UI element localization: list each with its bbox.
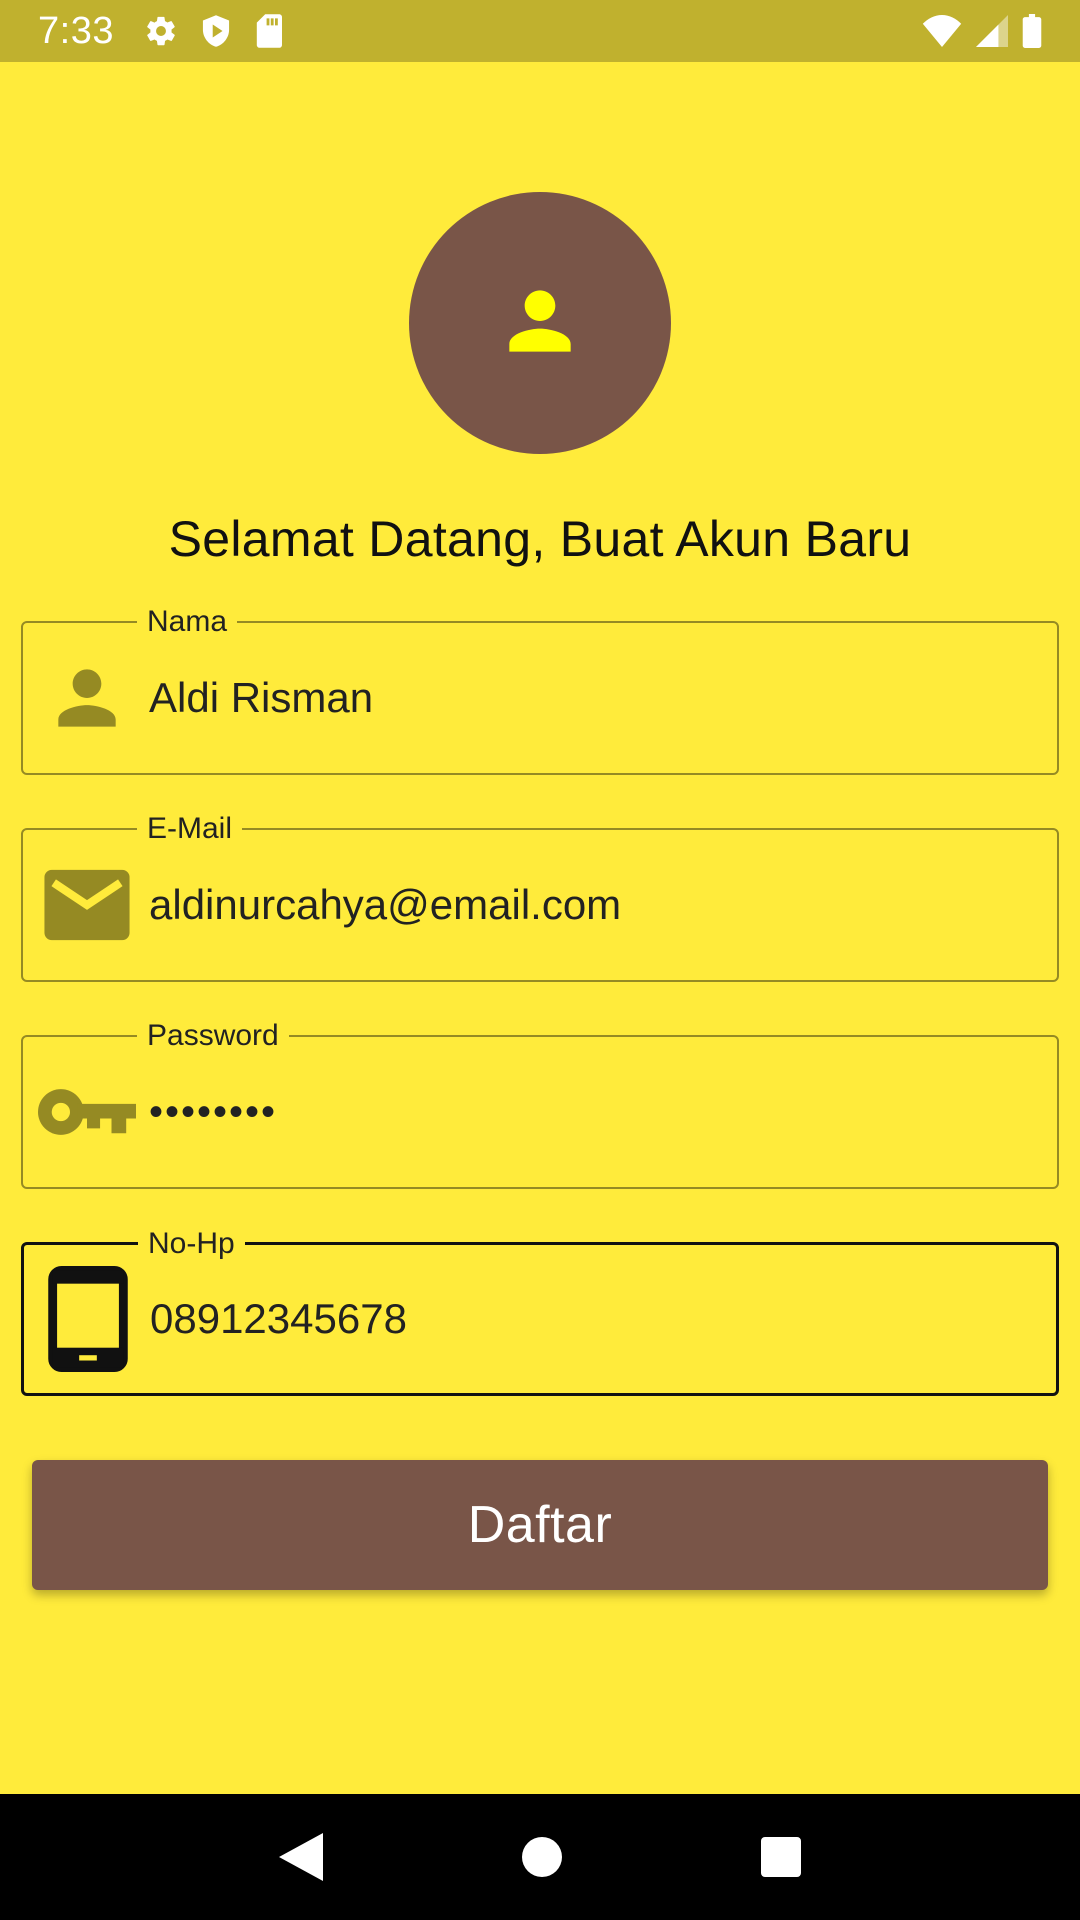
email-field[interactable]: E-Mail aldinurcahya@email.com [21,814,1059,982]
name-field[interactable]: Nama Aldi Risman [21,607,1059,775]
register-button[interactable]: Daftar [32,1460,1048,1590]
avatar [409,192,671,454]
page-title: Selamat Datang, Buat Akun Baru [168,511,912,567]
status-time: 7:33 [38,9,114,52]
status-bar: 7:33 [0,0,1080,62]
email-input[interactable]: aldinurcahya@email.com [149,830,621,980]
phone-input[interactable]: 08912345678 [150,1245,407,1393]
wifi-icon [922,15,962,47]
recents-icon[interactable] [760,1837,801,1877]
email-icon [37,830,137,980]
cellular-signal-icon [976,15,1008,47]
name-input[interactable]: Aldi Risman [149,623,373,773]
person-icon [494,275,586,372]
password-field[interactable]: Password •••••••• [21,1021,1059,1189]
sd-card-icon [254,14,282,48]
shield-play-icon [200,14,232,48]
back-icon[interactable] [279,1833,324,1881]
key-icon [37,1037,137,1187]
phone-field[interactable]: No-Hp 08912345678 [21,1229,1059,1396]
battery-icon [1022,14,1042,48]
person-icon [37,623,137,773]
tablet-icon [38,1245,138,1393]
gear-icon [144,14,178,48]
home-icon[interactable] [521,1837,562,1877]
password-input[interactable]: •••••••• [149,1037,277,1187]
navigation-bar [0,1794,1080,1920]
